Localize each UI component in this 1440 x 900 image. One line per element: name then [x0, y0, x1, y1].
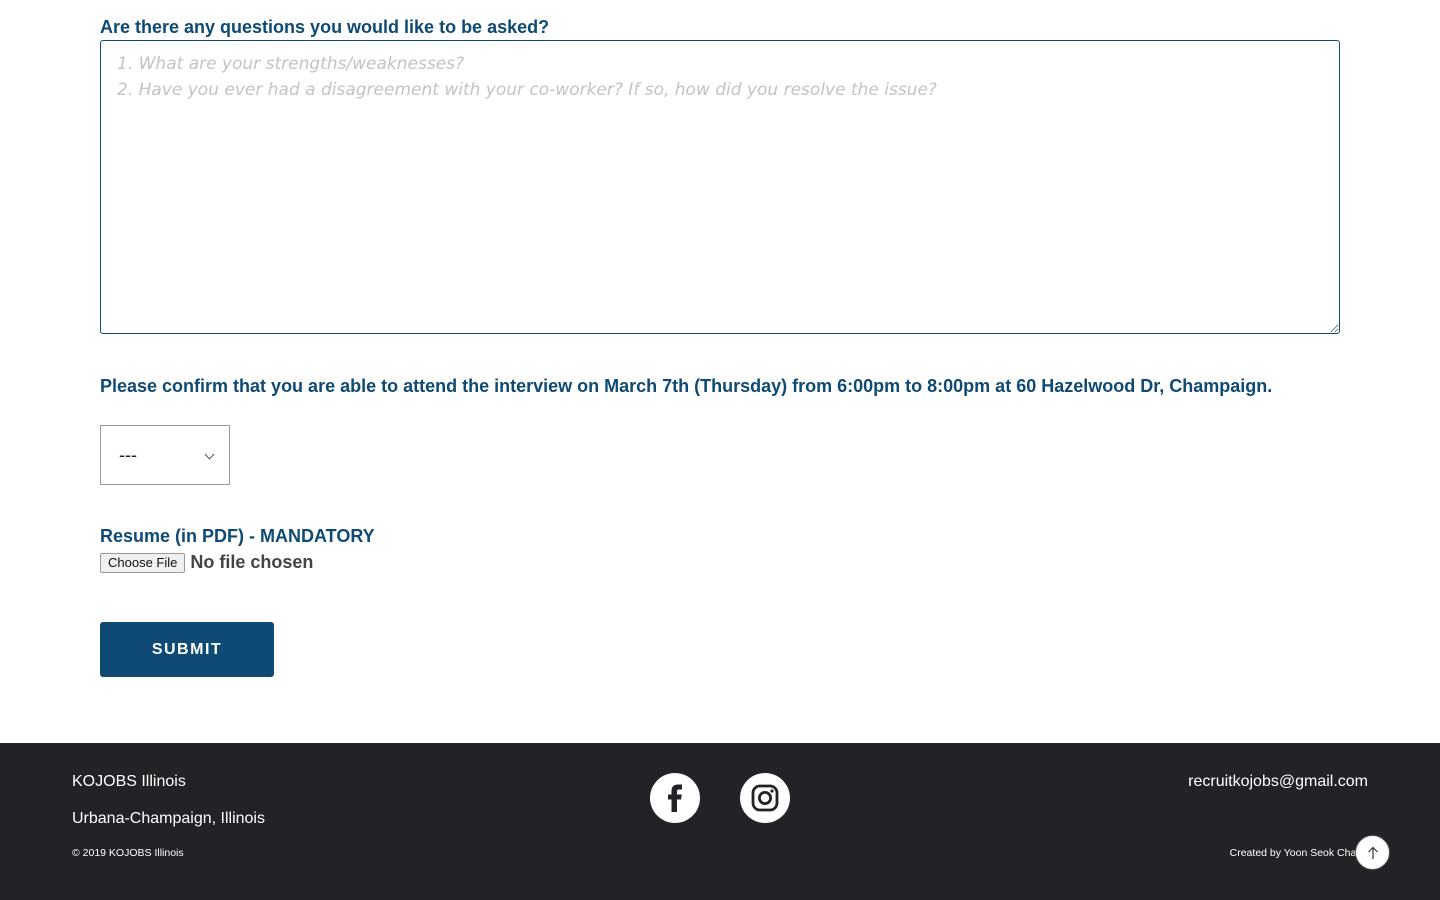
interview-confirm-select-wrapper[interactable]: --- — [100, 425, 230, 485]
file-status: No file chosen — [190, 552, 314, 572]
instagram-icon — [751, 784, 779, 812]
footer-org-name: KOJOBS Illinois — [72, 773, 186, 790]
facebook-link[interactable] — [650, 773, 700, 823]
site-footer: KOJOBS Illinois Urbana-Champaign, Illino… — [0, 743, 1440, 900]
choose-file-button[interactable]: Choose File — [100, 552, 186, 573]
file-upload: Choose File No file chosen — [100, 552, 313, 573]
submit-button[interactable]: SUBMIT — [100, 622, 274, 677]
interview-confirm-select[interactable]: --- — [101, 426, 229, 484]
interview-confirm-label: Please confirm that you are able to atte… — [100, 376, 1273, 396]
questions-textarea[interactable] — [100, 40, 1340, 334]
footer-location: Urbana-Champaign, Illinois — [72, 810, 265, 827]
footer-credit: Created by Yoon Seok Chang — [1229, 847, 1368, 859]
instagram-link[interactable] — [740, 773, 790, 823]
questions-label: Are there any questions you would like t… — [100, 17, 550, 37]
scroll-to-top-button[interactable] — [1355, 835, 1390, 870]
footer-email[interactable]: recruitkojobs@gmail.com — [1188, 773, 1368, 791]
facebook-icon — [668, 784, 682, 812]
resume-label: Resume (in PDF) - MANDATORY — [100, 526, 375, 546]
footer-copyright: © 2019 KOJOBS Illinois — [72, 847, 184, 859]
arrow-up-icon — [1367, 846, 1378, 859]
